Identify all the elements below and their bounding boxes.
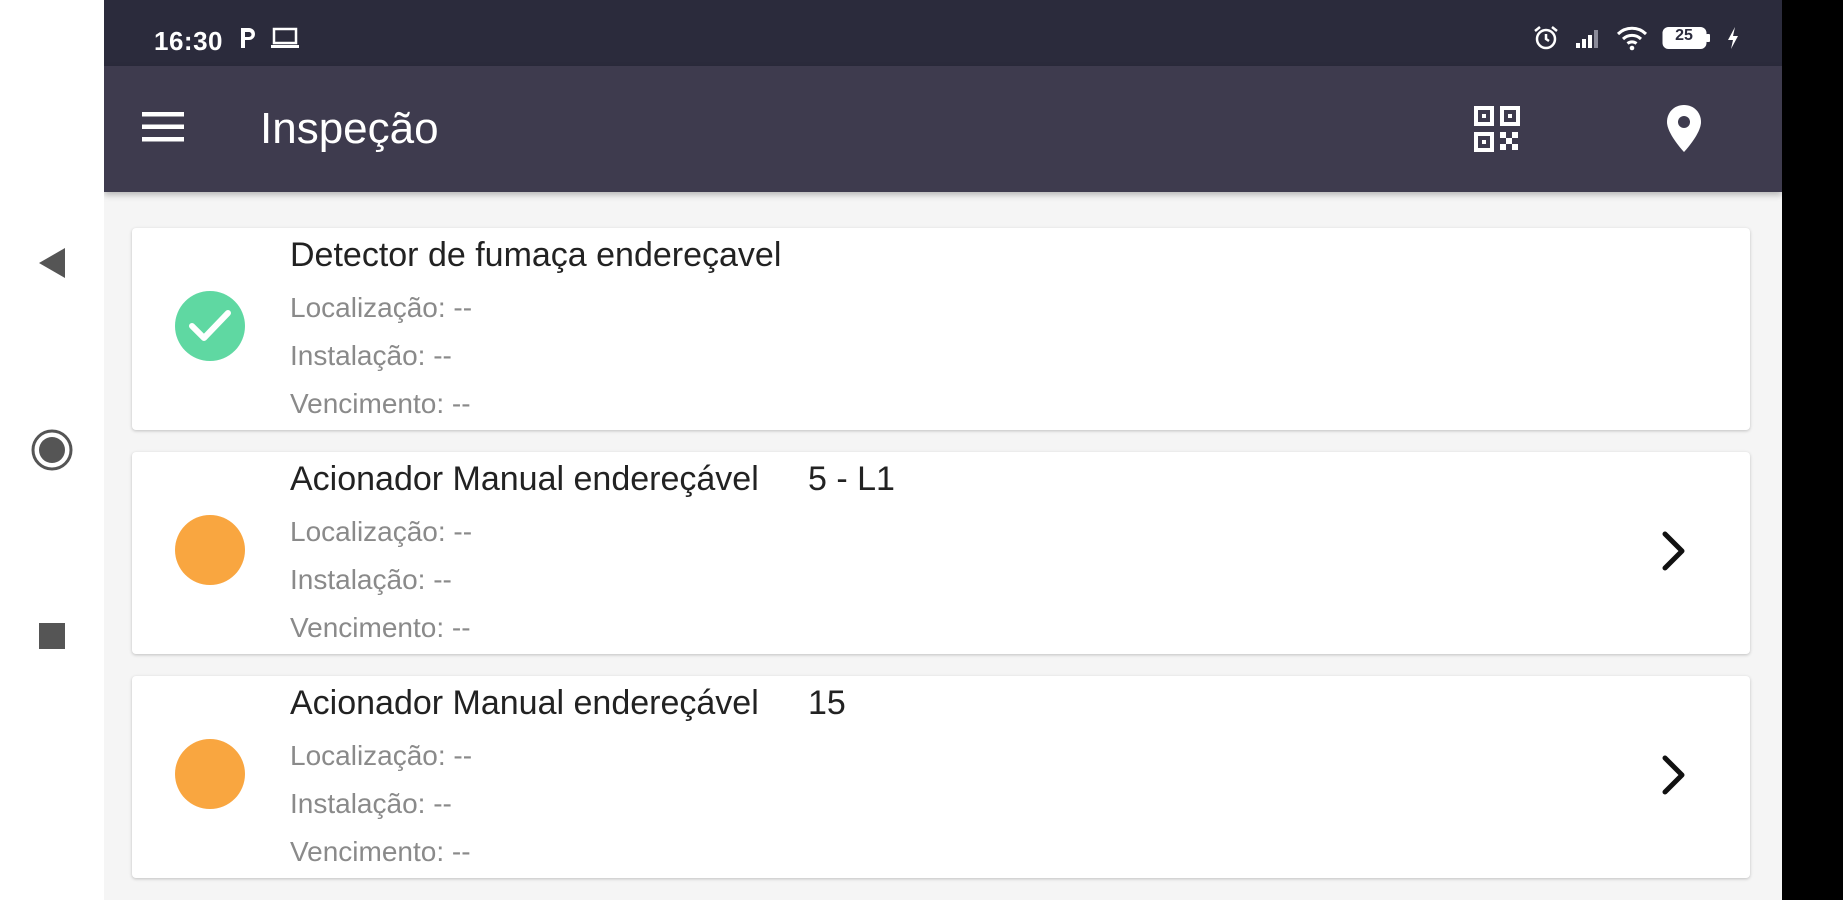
status-time: 16:30 <box>154 26 223 56</box>
alarm-icon <box>1534 26 1558 50</box>
signal-icon <box>1576 30 1598 48</box>
charging-icon <box>1728 27 1738 49</box>
wifi-icon <box>1616 26 1648 51</box>
status-done-indicator <box>175 291 245 361</box>
item-instalacao: Instalação: -- <box>290 788 452 819</box>
back-icon <box>39 248 65 278</box>
battery-indicator: 25 <box>1662 26 1712 50</box>
page-title: Inspeção <box>260 104 439 153</box>
item-vencimento: Vencimento: -- <box>290 612 471 643</box>
qr-code-icon <box>1474 106 1520 152</box>
qr-scan-button[interactable] <box>1474 106 1520 157</box>
item-code: 5 - L1 <box>808 460 895 498</box>
item-localizacao: Localização: -- <box>290 292 473 323</box>
open-item-button[interactable] <box>1660 530 1688 577</box>
home-button[interactable] <box>0 428 104 472</box>
chevron-right-icon <box>1662 755 1685 795</box>
parking-p-icon <box>241 28 255 48</box>
item-vencimento: Vencimento: -- <box>290 836 471 867</box>
inspection-list: Detector de fumaça endereçavel Localizaç… <box>132 228 1750 900</box>
recents-icon <box>39 623 65 649</box>
app-bar: Inspeção <box>104 66 1782 192</box>
item-localizacao: Localização: -- <box>290 516 473 547</box>
list-item[interactable]: Detector de fumaça endereçavel Localizaç… <box>132 228 1750 430</box>
status-bar: 16:30 25 <box>104 0 1782 66</box>
status-pending-indicator <box>175 515 245 585</box>
location-button[interactable] <box>1666 104 1702 159</box>
list-item[interactable]: Acionador Manual endereçável 15 Localiza… <box>132 676 1750 878</box>
list-item[interactable]: Acionador Manual endereçável 5 - L1 Loca… <box>132 452 1750 654</box>
back-button[interactable] <box>0 246 104 280</box>
item-vencimento: Vencimento: -- <box>290 388 471 419</box>
open-item-button[interactable] <box>1660 754 1688 801</box>
app-screen: 16:30 25 Inspeção Detector de fumaça end… <box>104 0 1782 900</box>
status-pending-indicator <box>175 739 245 809</box>
battery-level: 25 <box>1675 27 1693 44</box>
item-instalacao: Instalação: -- <box>290 564 452 595</box>
item-localizacao: Localização: -- <box>290 740 473 771</box>
system-navigation-bar <box>0 0 104 900</box>
item-title: Detector de fumaça endereçavel <box>290 236 782 274</box>
item-instalacao: Instalação: -- <box>290 340 452 371</box>
menu-icon <box>142 112 184 142</box>
recents-button[interactable] <box>0 622 104 650</box>
chevron-right-icon <box>1662 531 1685 571</box>
laptop-icon <box>271 27 299 48</box>
home-icon <box>31 429 73 471</box>
location-pin-icon <box>1667 105 1701 152</box>
item-title: Acionador Manual endereçável <box>290 460 759 498</box>
item-title: Acionador Manual endereçável <box>290 684 759 722</box>
check-icon <box>189 310 231 341</box>
screen-edge <box>1782 0 1843 900</box>
menu-button[interactable] <box>142 110 184 149</box>
item-code: 15 <box>808 684 846 722</box>
